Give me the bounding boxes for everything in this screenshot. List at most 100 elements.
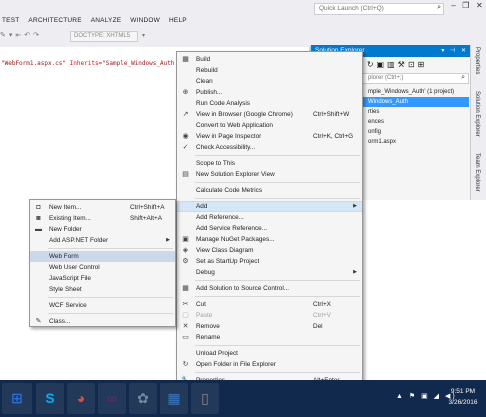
add-menu-item-web-user-control[interactable]: Web User Control [30,262,175,273]
menu-analyze[interactable]: ANALYZE [91,17,122,29]
context-menu-item-convert-to-web-application[interactable]: Convert to Web Application [177,120,362,131]
menu-item-shortcut: Del [313,323,323,330]
context-menu-item-unload-project[interactable]: Unload Project [177,348,362,359]
add-menu-item-style-sheet[interactable]: Style Sheet [30,284,175,295]
menu-separator [195,198,360,199]
context-menu-item-add-reference[interactable]: Add Reference... [177,212,362,223]
menu-window[interactable]: WINDOW [130,17,160,29]
search-icon[interactable]: ⌕ [437,4,441,12]
context-menu-item-build[interactable]: ▦ Build [177,54,362,65]
context-menu-item-add-service-reference[interactable]: Add Service Reference... [177,223,362,234]
add-submenu: ◘ New Item... Ctrl+Shift+A ◙ Existing Item..… [29,199,176,327]
context-menu-item-add[interactable]: Add ▶ [177,201,362,212]
menu-architecture[interactable]: ARCHITECTURE [28,17,81,29]
menu-help[interactable]: HELP [169,17,187,29]
menu-item-label: New Item... [49,204,82,211]
submenu-arrow-icon: ▶ [353,269,357,275]
search-icon[interactable]: ⌕ [461,74,465,82]
add-menu-item-wcf-service[interactable]: WCF Service [30,300,175,311]
add-menu-item-javascript-file[interactable]: JavaScript File [30,273,175,284]
add-menu-item-new-folder[interactable]: ▬ New Folder [30,224,175,235]
restore-button[interactable]: ❐ [462,1,469,14]
context-menu-item-calculate-code-metrics[interactable]: Calculate Code Metrics [177,185,362,196]
menu-separator [195,372,360,373]
menu-item-shortcut: Ctrl+Shift+A [130,204,165,211]
menu-item-label: Calculate Code Metrics [196,187,263,194]
menu-item-label: Convert to Web Application [196,122,273,129]
context-menu-item-debug[interactable]: Debug ▶ [177,267,362,278]
add-menu-item-web-form[interactable]: Web Form [30,251,175,262]
redo-icon[interactable]: ↷ [33,31,39,39]
clock[interactable]: 9:51 PM 3/26/2016 [444,386,482,408]
collapse-icon[interactable]: ▣ [377,60,385,69]
class-diagram-icon: ◈ [182,247,189,254]
chevron-down-icon[interactable]: ▾ [142,32,145,39]
pin-icon[interactable]: ▾ ⊣ ✕ [441,47,468,54]
gear-icon: ⚙ [182,258,189,265]
brush-icon[interactable]: ✎ [0,31,6,39]
wrench-icon[interactable]: ⚒ [398,60,405,69]
menu-item-label: Add Reference... [196,214,244,221]
context-menu-item-manage-nuget-packages[interactable]: ▣ Manage NuGet Packages... [177,234,362,245]
context-menu-item-add-solution-to-source-control[interactable]: ▦ Add Solution to Source Control... [177,283,362,294]
context-menu-item-view-in-browser-google-chrome[interactable]: ↗ View in Browser (Google Chrome) Ctrl+Shi… [177,109,362,120]
context-menu-item-open-folder-in-file-explorer[interactable]: ↻ Open Folder in File Explorer [177,359,362,370]
context-menu-item-check-accessibility[interactable]: ✓ Check Accessibility... [177,142,362,153]
dropdown-arrow-icon[interactable]: ▾ [9,31,13,39]
toolbar-buttons: ✎ ▾ ⇤ ↶ ↷ [0,31,39,39]
add-menu-item-new-item[interactable]: ◘ New Item... Ctrl+Shift+A [30,202,175,213]
files-icon[interactable]: ▥ [387,60,395,69]
context-menu-item-scope-to-this[interactable]: Scope to This [177,158,362,169]
close-button[interactable]: ✕ [476,1,483,14]
taskbar-remote-desktop[interactable]: ▦ [160,383,188,414]
taskbar: ⊞ S ◕ ∞ ✿ ▦ ▯ ▲ ⚑ ▣ ◢ ◀) 9:51 PM 3/26/2016 [0,380,486,417]
submenu-arrow-icon: ▶ [353,203,357,209]
menu-item-label: Paste [196,312,213,319]
preview-icon[interactable]: ⊞ [418,60,425,69]
menu-separator [195,296,360,297]
context-menu-item-remove[interactable]: ✕ Remove Del [177,321,362,332]
context-menu-item-run-code-analysis[interactable]: Run Code Analysis [177,98,362,109]
menu-item-label: Build [196,56,211,63]
side-tab-team-explorer[interactable]: Team Explorer [474,153,480,192]
minimize-button[interactable]: – [451,1,455,14]
context-menu-item-paste[interactable]: ▢ Paste Ctrl+V [177,310,362,321]
taskbar-skype[interactable]: S [36,383,64,414]
add-menu-item-class[interactable]: ✎ Class... [30,316,175,327]
doctype-select[interactable]: DOCTYPE: XHTML5 [70,31,138,42]
view-icon[interactable]: ⊡ [408,60,415,69]
refresh-icon[interactable]: ↻ [367,60,374,69]
start-button[interactable]: ⊞ [2,383,32,414]
context-menu-item-rebuild[interactable]: Rebuild [177,65,362,76]
context-menu-item-view-in-page-inspector[interactable]: ◉ View in Page Inspector Ctrl+K, Ctrl+G [177,131,362,142]
remove-icon: ✕ [182,323,189,330]
menu-separator [195,345,360,346]
quick-launch-input[interactable]: Quick Launch (Ctrl+Q) ⌕ [314,3,444,15]
context-menu-item-new-solution-explorer-view[interactable]: ▤ New Solution Explorer View [177,169,362,180]
context-menu-item-rename[interactable]: ▭ Rename [177,332,362,343]
menu-item-label: Style Sheet [49,286,82,293]
indent-icon[interactable]: ⇤ [15,31,21,39]
menu-test[interactable]: TEST [2,17,19,29]
menu-item-label: Web User Control [49,264,100,271]
menu-separator [48,297,173,298]
menu-item-label: Add ASP.NET Folder [49,237,109,244]
context-menu-item-clean[interactable]: Clean [177,76,362,87]
class-icon: ✎ [35,318,42,325]
add-menu-item-existing-item[interactable]: ◙ Existing Item... Shift+Alt+A [30,213,175,224]
side-tab-properties[interactable]: Properties [474,47,480,74]
accessibility-icon: ✓ [182,144,189,151]
nuget-icon: ▣ [182,236,189,243]
taskbar-chrome[interactable]: ◕ [67,383,95,414]
context-menu-item-view-class-diagram[interactable]: ◈ View Class Diagram [177,245,362,256]
taskbar-visual-studio[interactable]: ∞ [98,383,126,414]
side-tab-solution-explorer[interactable]: Solution Explorer [474,91,480,137]
undo-icon[interactable]: ↶ [24,31,30,39]
context-menu-item-publish[interactable]: ⊕ Publish... [177,87,362,98]
menu-item-label: New Folder [49,226,82,233]
context-menu-item-set-as-startup-project[interactable]: ⚙ Set as StartUp Project [177,256,362,267]
taskbar-paint[interactable]: ✿ [129,383,157,414]
add-menu-item-add-asp-net-folder[interactable]: Add ASP.NET Folder ▶ [30,235,175,246]
taskbar-file-app[interactable]: ▯ [191,383,219,414]
context-menu-item-cut[interactable]: ✂ Cut Ctrl+X [177,299,362,310]
